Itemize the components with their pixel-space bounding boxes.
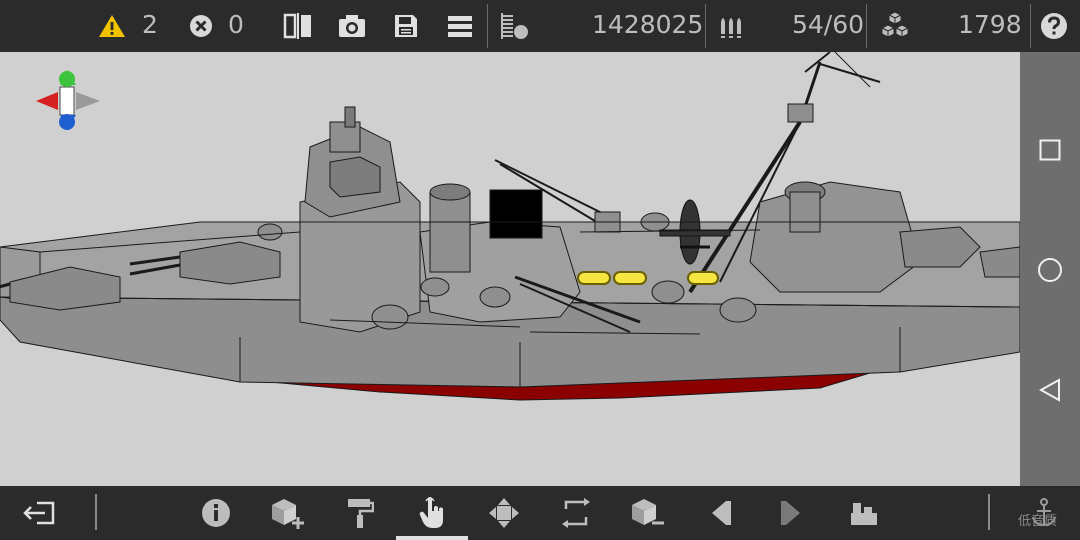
info-icon[interactable] — [196, 493, 236, 533]
save-icon[interactable] — [390, 0, 422, 52]
rotate-icon[interactable] — [556, 493, 596, 533]
remove-block-icon[interactable] — [628, 493, 668, 533]
error-icon[interactable] — [186, 0, 216, 52]
mirror-icon[interactable] — [282, 0, 314, 52]
active-tool-indicator — [396, 536, 468, 540]
top-toolbar: 2 0 1428025 54/60 1798 — [0, 0, 1080, 52]
group-icon[interactable] — [844, 493, 884, 533]
ammo-icon[interactable] — [716, 0, 750, 52]
warning-count: 2 — [142, 10, 158, 39]
3d-viewport[interactable] — [0, 52, 1020, 486]
error-count: 0 — [228, 10, 244, 39]
help-icon[interactable] — [1038, 0, 1070, 52]
ship-model[interactable] — [0, 52, 1020, 401]
recents-button[interactable] — [1030, 130, 1070, 170]
camera-icon[interactable] — [336, 0, 368, 52]
block-count: 1798 — [958, 10, 1022, 39]
warning-icon[interactable] — [96, 0, 128, 52]
bottom-toolbar — [0, 486, 1080, 540]
part-count: 1428025 — [592, 10, 704, 39]
paint-roller-icon[interactable] — [340, 493, 380, 533]
back-button[interactable] — [1030, 370, 1070, 410]
move-icon[interactable] — [484, 493, 524, 533]
system-nav-bar — [1020, 52, 1080, 486]
exit-icon[interactable] — [20, 493, 60, 533]
menu-icon[interactable] — [444, 0, 476, 52]
stats-icon[interactable] — [498, 0, 532, 52]
home-button[interactable] — [1030, 250, 1070, 290]
undo-icon[interactable] — [700, 493, 740, 533]
redo-icon[interactable] — [772, 493, 812, 533]
ammo-count: 54/60 — [792, 10, 865, 39]
add-block-icon[interactable] — [268, 493, 308, 533]
select-touch-icon[interactable] — [412, 493, 452, 533]
axis-gizmo[interactable] — [36, 70, 100, 130]
watermark-text: 低音质 — [1018, 513, 1058, 528]
blocks-icon[interactable] — [878, 0, 912, 52]
